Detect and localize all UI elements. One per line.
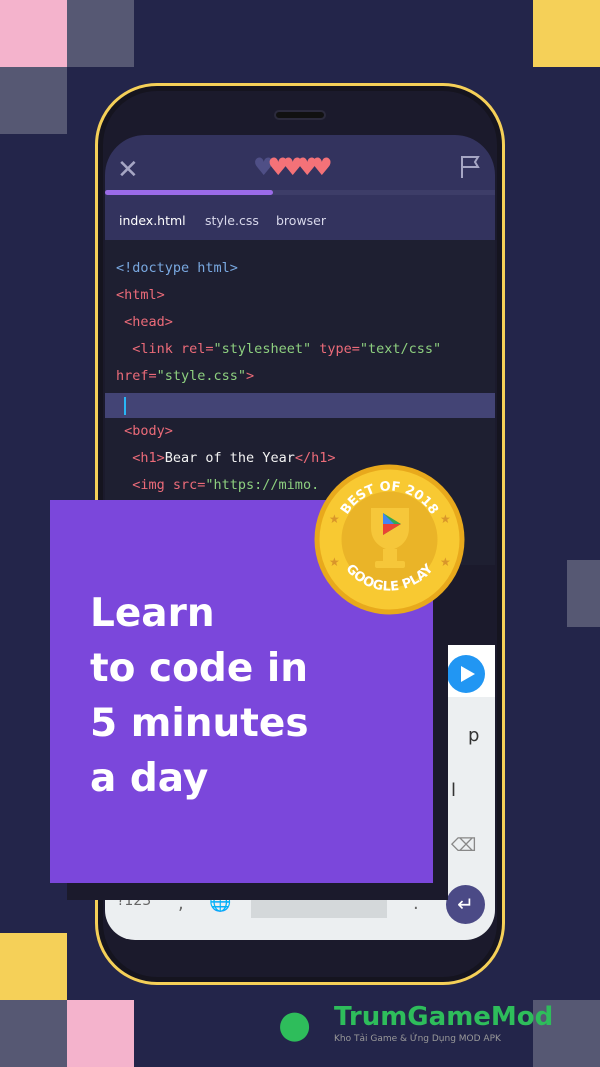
active-line-highlight — [105, 393, 495, 418]
flag-icon[interactable] — [459, 155, 481, 179]
key-p[interactable]: p — [468, 725, 479, 746]
key-l[interactable]: l — [451, 780, 456, 801]
best-of-2018-badge: BEST OF 2018 GOOGLE PLAY ★ ★ ★ ★ — [314, 464, 465, 615]
headline-line: Learn — [90, 591, 215, 636]
code-line: <!doctype html> — [116, 260, 238, 276]
deco-square — [67, 1000, 134, 1067]
deco-square — [533, 0, 600, 67]
lesson-progress-bar — [105, 190, 495, 195]
deco-square — [0, 1000, 67, 1067]
headline-line: a day — [90, 756, 209, 801]
code-line: <body> — [116, 423, 173, 439]
code-line: <html> — [116, 287, 165, 303]
run-play-button[interactable] — [447, 655, 485, 693]
heart-empty-icon: ♥ — [253, 153, 274, 181]
deco-square — [0, 67, 67, 134]
code-line: <link rel="stylesheet" type="text/css" — [116, 341, 442, 357]
heart-icon: ♥ — [311, 153, 332, 181]
code-line: <img src="https://mimo. — [116, 477, 320, 493]
heart-icon: ♥ — [282, 153, 303, 181]
headline-line: 5 minutes — [90, 701, 309, 746]
deco-square — [67, 0, 134, 67]
deco-square — [567, 560, 600, 627]
tab-style-css[interactable]: style.css — [205, 213, 259, 240]
lesson-header: ✕ ♥♥♥♥♥ index.html style.css browser — [105, 135, 495, 242]
code-line: href="style.css"> — [116, 368, 255, 384]
svg-text:★: ★ — [440, 512, 451, 526]
promo-headline: Learn to code in 5 minutes a day — [90, 586, 309, 806]
headline-line: to code in — [90, 646, 309, 691]
heart-icon: ♥ — [296, 153, 318, 181]
code-line: <h1>Bear of the Year</h1> — [116, 450, 336, 466]
deco-square — [0, 0, 67, 67]
progress-fill — [105, 190, 273, 195]
phone-speaker — [274, 110, 326, 120]
tab-index-html[interactable]: index.html — [119, 213, 186, 242]
backspace-icon[interactable]: ⌫ — [451, 835, 476, 856]
svg-text:★: ★ — [329, 512, 340, 526]
svg-text:★: ★ — [440, 555, 451, 569]
close-icon[interactable]: ✕ — [117, 155, 139, 185]
code-line: <head> — [116, 314, 173, 330]
heart-icon: ♥ — [267, 153, 289, 181]
text-cursor — [124, 397, 126, 415]
tab-browser[interactable]: browser — [276, 213, 326, 240]
hearts-lives: ♥♥♥♥♥ — [253, 153, 332, 181]
deco-square — [0, 933, 67, 1000]
enter-key[interactable]: ↵ — [446, 885, 485, 924]
svg-text:★: ★ — [329, 555, 340, 569]
watermark-brand: TrumGameMod — [334, 1002, 554, 1032]
watermark-tagline: Kho Tải Game & Ứng Dụng MOD APK — [334, 1034, 501, 1044]
spy-logo-icon: ● — [278, 1002, 312, 1046]
